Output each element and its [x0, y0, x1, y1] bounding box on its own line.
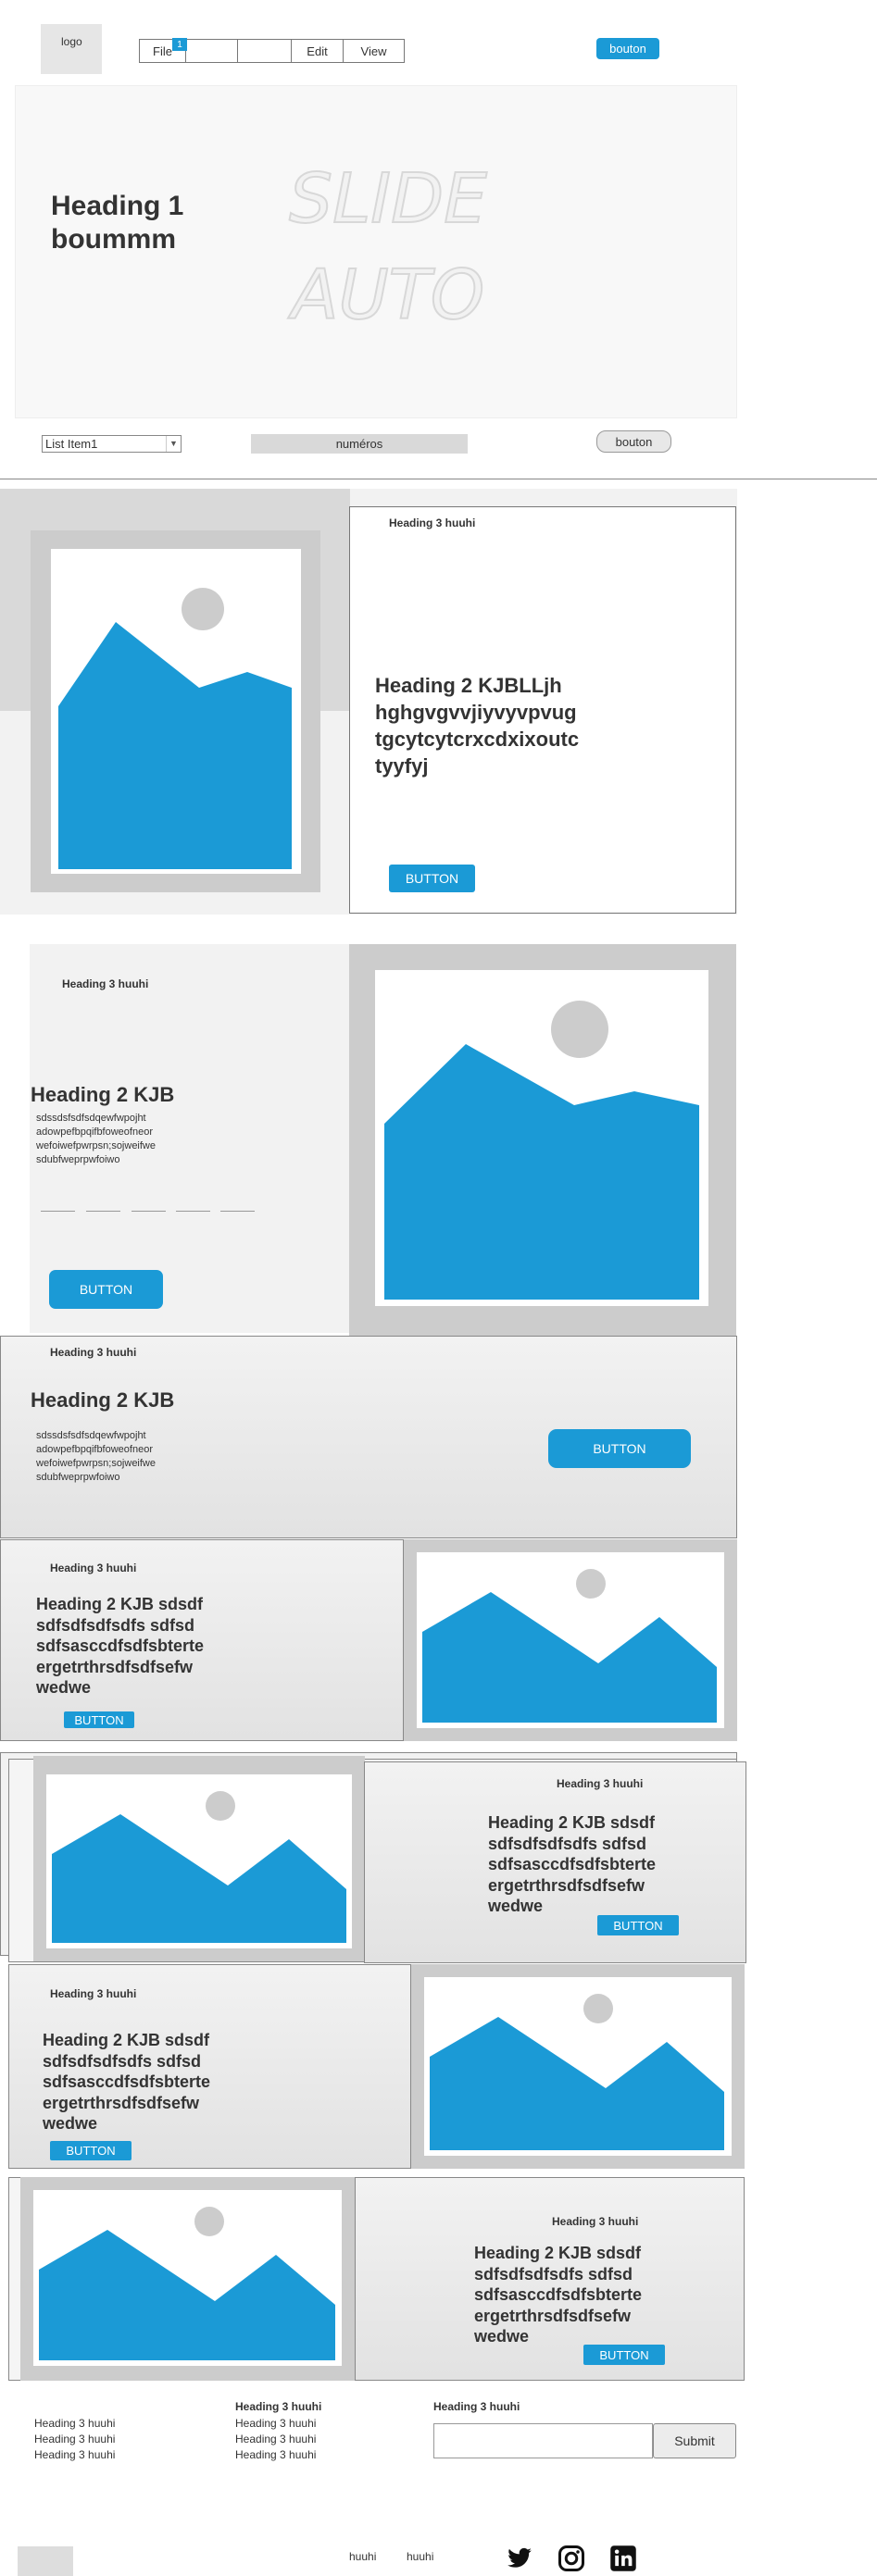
chevron-down-icon[interactable]: ▼	[166, 436, 181, 452]
submit-button[interactable]: Submit	[653, 2423, 736, 2458]
footer-col2-title: Heading 3 huuhi	[235, 2400, 322, 2413]
section3-h2: Heading 2 KJB	[31, 1388, 175, 1412]
card-b-button[interactable]: BUTTON	[597, 1915, 679, 1935]
logo-text: logo	[61, 35, 82, 48]
card-b-text: Heading 3 huuhi Heading 2 KJB sdsdf sdfs…	[364, 1761, 746, 1963]
section1-button[interactable]: BUTTON	[389, 865, 475, 892]
card-c-h3: Heading 3 huuhi	[50, 1987, 137, 2000]
footer-link[interactable]: Heading 3 huuhi	[235, 2432, 321, 2447]
menu-badge: 1	[172, 38, 187, 51]
card-c-text: Heading 3 huuhi Heading 2 KJB sdsdf sdfs…	[8, 1964, 411, 2169]
newsletter-input[interactable]	[433, 2423, 653, 2458]
pagination-dashes	[41, 1211, 255, 1213]
hero-heading: Heading 1 boummm	[51, 191, 184, 255]
hero-slider[interactable]: Heading 1 boummm SLIDE AUTO	[15, 85, 737, 418]
image-placeholder	[20, 2177, 355, 2381]
slide-auto-watermark: SLIDE AUTO	[288, 158, 488, 336]
footer-link[interactable]: Heading 3 huuhi	[235, 2447, 321, 2463]
section3-body: sdssdsfsdfsdqewfwpojht adowpefbpqifbfowe…	[36, 1430, 156, 1483]
section2-button[interactable]: BUTTON	[49, 1270, 163, 1309]
image-icon	[430, 1994, 724, 2150]
menu-edit[interactable]: Edit	[292, 40, 344, 62]
numbers-bar: numéros	[251, 434, 468, 454]
twitter-icon[interactable]	[505, 2545, 534, 2571]
card-b-h3: Heading 3 huuhi	[557, 1777, 644, 1790]
image-placeholder	[404, 1539, 737, 1741]
section1-h3: Heading 3 huuhi	[389, 516, 476, 529]
menu-bar: File Edit View 1	[139, 38, 405, 63]
footer-link[interactable]: huuhi	[407, 2550, 433, 2563]
controls-button[interactable]: bouton	[596, 430, 671, 453]
section2-h2: Heading 2 KJB	[31, 1083, 175, 1106]
card-a-h2: Heading 2 KJB sdsdf sdfsdfsdfsdfs sdfsd …	[36, 1595, 205, 1697]
list-select[interactable]: List Item1 ▼	[42, 435, 182, 453]
footer-link[interactable]: huuhi	[349, 2550, 376, 2563]
image-icon	[39, 2207, 335, 2360]
card-c-button[interactable]: BUTTON	[50, 2141, 132, 2160]
footer-col1: Heading 3 huuhi Heading 3 huuhi Heading …	[34, 2416, 115, 2463]
footer-link[interactable]: Heading 3 huuhi	[235, 2416, 321, 2432]
instagram-icon[interactable]	[558, 2545, 585, 2572]
image-icon	[58, 588, 292, 869]
card-d-h3: Heading 3 huuhi	[552, 2215, 639, 2228]
footer-logo[interactable]	[18, 2546, 73, 2576]
image-placeholder	[411, 1964, 745, 2169]
image-placeholder	[349, 944, 736, 1336]
menu-item-2[interactable]	[186, 40, 238, 62]
menu-view[interactable]: View	[344, 40, 404, 62]
section3-button[interactable]: BUTTON	[548, 1429, 691, 1468]
section2-h3: Heading 3 huuhi	[62, 977, 149, 990]
linkedin-icon[interactable]	[609, 2545, 637, 2572]
footer-col2: Heading 3 huuhi Heading 3 huuhi Heading …	[235, 2399, 321, 2463]
card-a-text: Heading 3 huuhi Heading 2 KJB sdsdf sdfs…	[0, 1539, 404, 1741]
card-a-button[interactable]: BUTTON	[64, 1711, 134, 1728]
image-placeholder	[31, 530, 320, 892]
card-c-h2: Heading 2 KJB sdsdf sdfsdfsdfsdfs sdfsd …	[43, 2031, 211, 2133]
footer-col3-title: Heading 3 huuhi	[433, 2400, 520, 2413]
menu-item-3[interactable]	[238, 40, 292, 62]
section3-h3: Heading 3 huuhi	[50, 1346, 137, 1359]
image-icon	[52, 1791, 346, 1943]
footer-link[interactable]: Heading 3 huuhi	[34, 2447, 115, 2463]
card-d-h2: Heading 2 KJB sdsdf sdfsdfsdfsdfs sdfsd …	[474, 2244, 643, 2346]
header-button[interactable]: bouton	[596, 38, 659, 59]
card-a-h3: Heading 3 huuhi	[50, 1562, 137, 1574]
footer-link[interactable]: Heading 3 huuhi	[34, 2416, 115, 2432]
card-d-text: Heading 3 huuhi Heading 2 KJB sdsdf sdfs…	[355, 2177, 745, 2381]
card-d-button[interactable]: BUTTON	[583, 2345, 665, 2365]
section2-panel: Heading 3 huuhi Heading 2 KJB sdssdsfsdf…	[30, 944, 349, 1333]
section2-body: sdssdsfsdfsdqewfwpojht adowpefbpqifbfowe…	[36, 1113, 156, 1165]
footer-link[interactable]: Heading 3 huuhi	[34, 2432, 115, 2447]
section3-panel: Heading 3 huuhi Heading 2 KJB sdssdsfsdf…	[0, 1336, 737, 1538]
logo[interactable]: logo	[41, 24, 102, 74]
card-b-h2: Heading 2 KJB sdsdf sdfsdfsdfsdfs sdfsd …	[488, 1813, 657, 1915]
section1-h2: Heading 2 KJBLLjh hghgvgvvjiyvyvpvug tgc…	[375, 674, 580, 778]
image-icon	[422, 1569, 717, 1723]
image-icon	[384, 1001, 699, 1300]
image-placeholder	[33, 1756, 365, 1961]
section1-card: Heading 3 huuhi Heading 2 KJBLLjh hghgvg…	[349, 506, 736, 914]
